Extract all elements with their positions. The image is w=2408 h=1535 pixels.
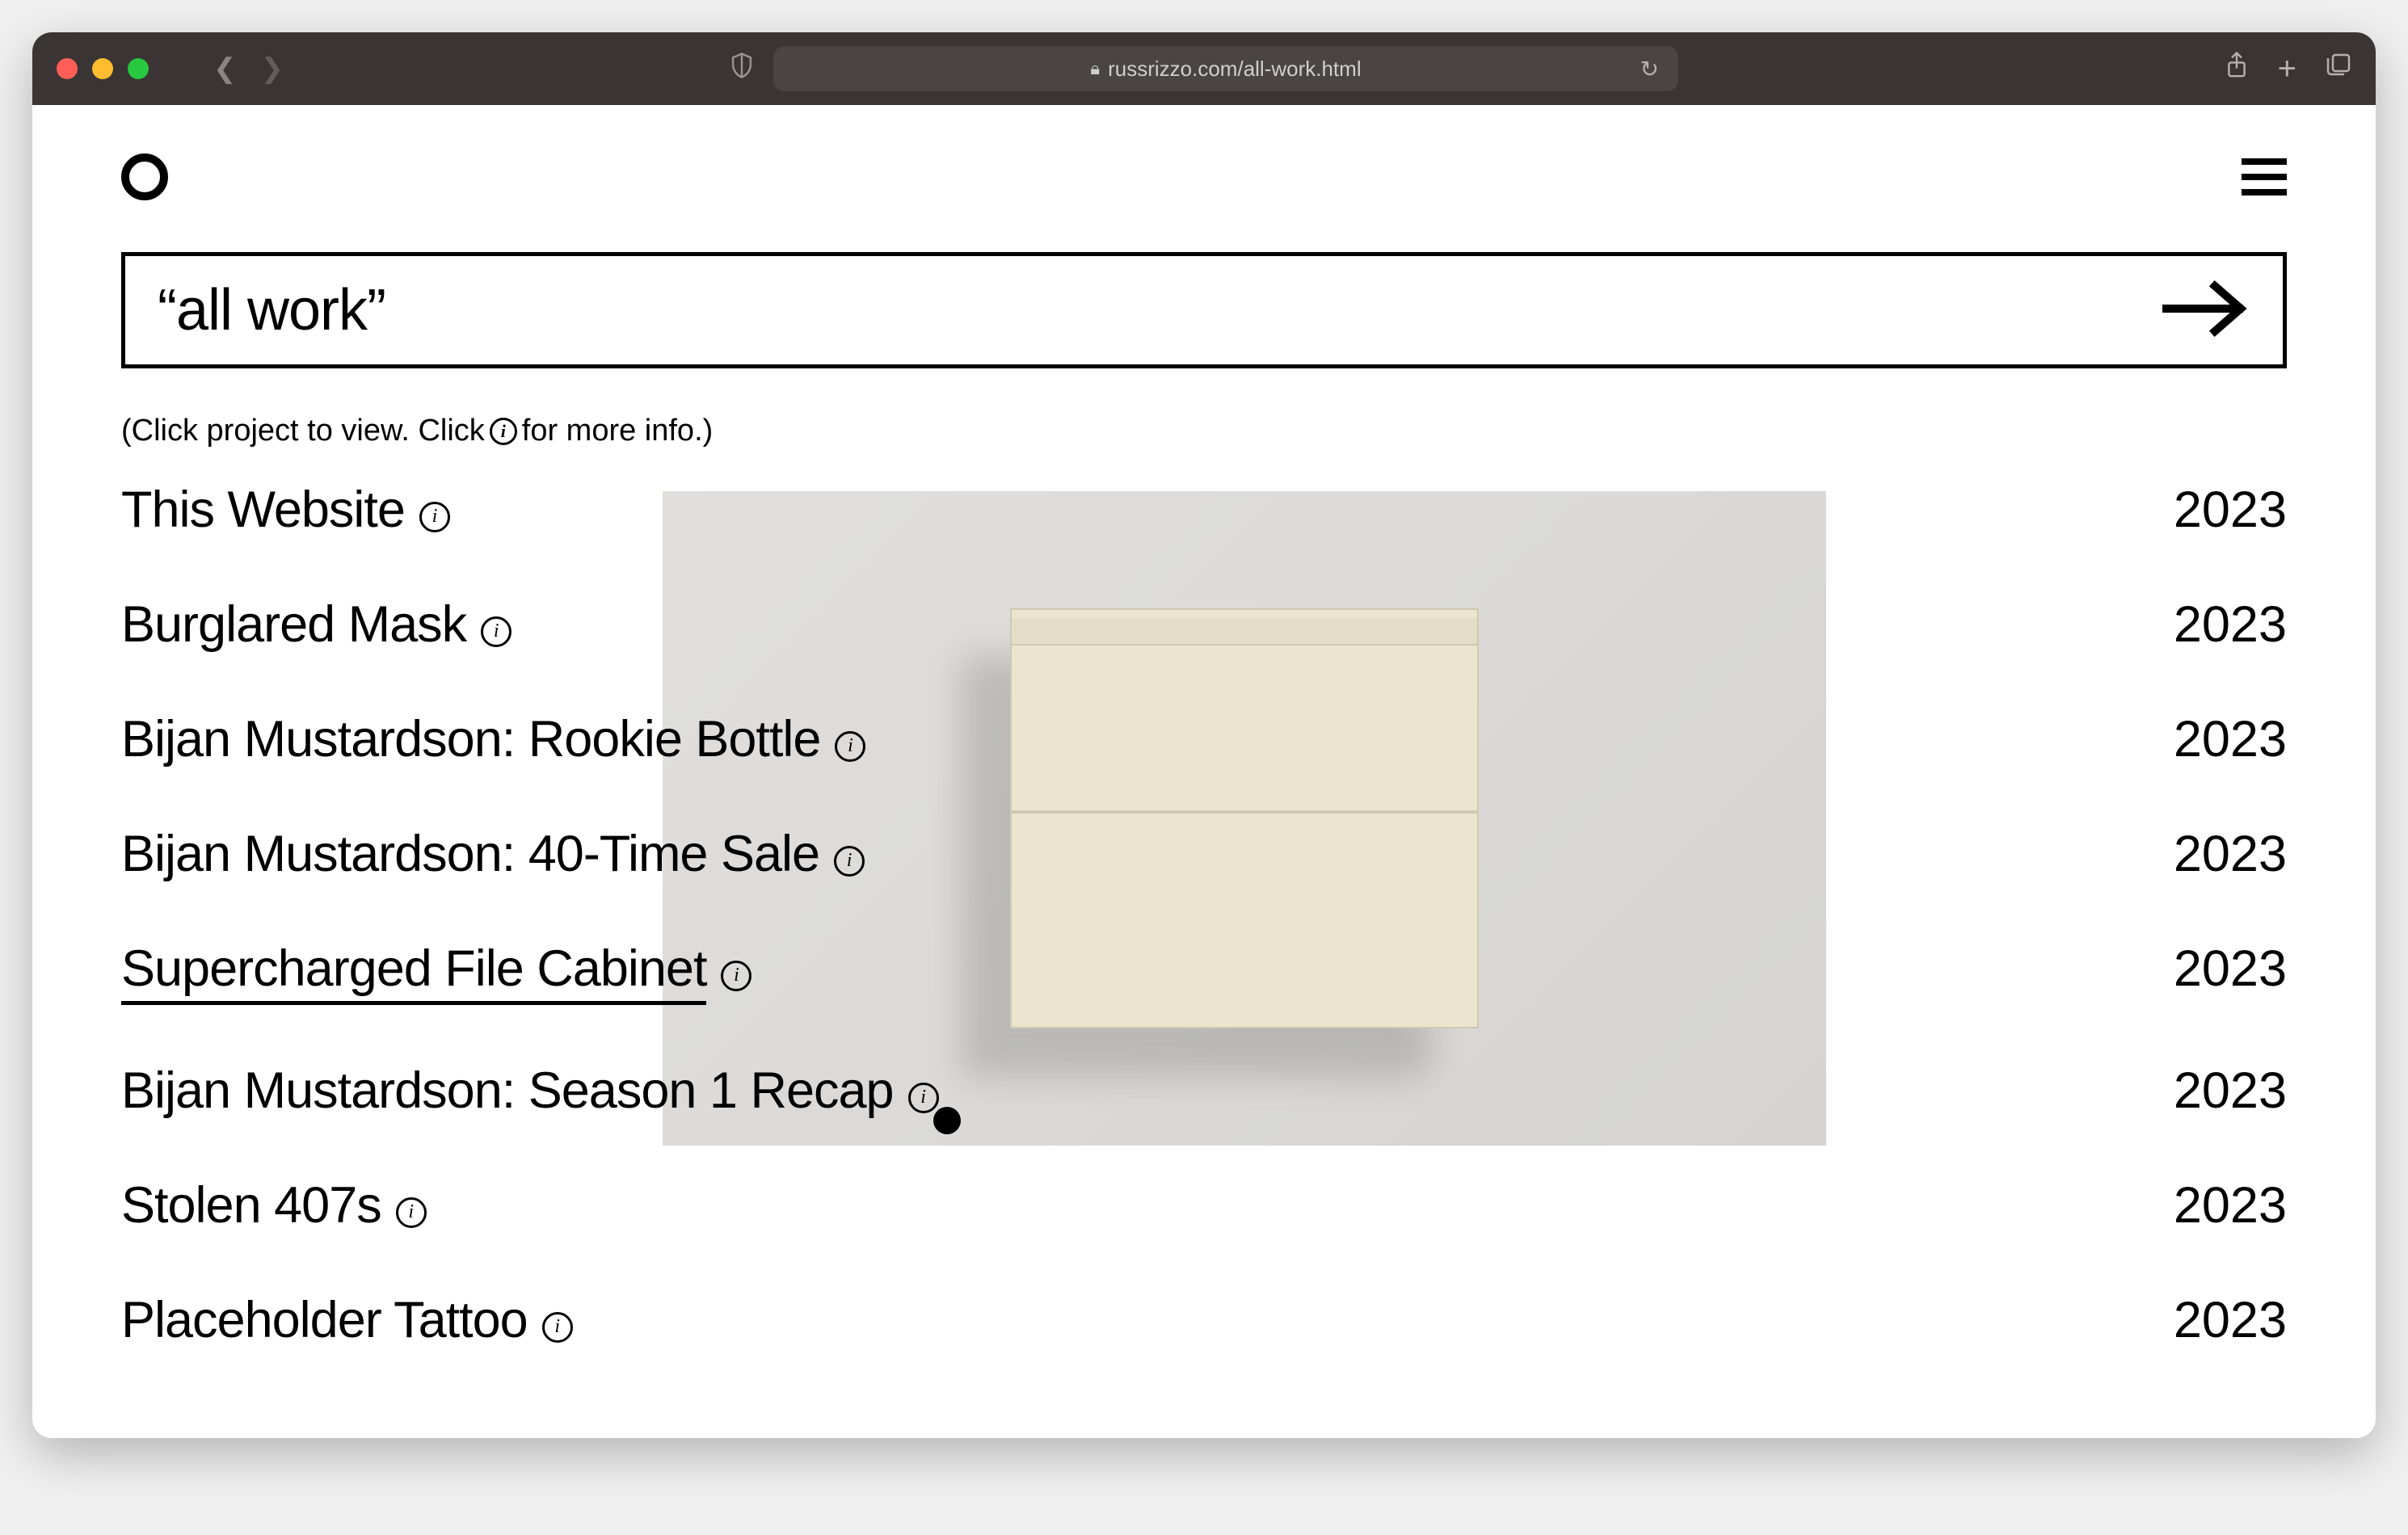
project-row: Supercharged File Cabinet i 2023 <box>121 940 2287 1005</box>
share-icon[interactable] <box>2225 51 2249 86</box>
logo-icon[interactable] <box>121 154 168 200</box>
project-title[interactable]: Supercharged File Cabinet <box>121 940 706 1005</box>
forward-button[interactable]: ❯ <box>261 53 284 85</box>
back-button[interactable]: ❮ <box>213 53 237 85</box>
refresh-button[interactable]: ↻ <box>1640 56 1659 82</box>
project-left: Bijan Mustardson: Rookie Bottle i <box>121 710 865 768</box>
project-title[interactable]: Bijan Mustardson: Season 1 Recap <box>121 1062 894 1120</box>
project-year: 2023 <box>2174 1176 2287 1234</box>
project-row: Bijan Mustardson: Rookie Bottle i 2023 <box>121 710 2287 768</box>
project-year: 2023 <box>2174 1062 2287 1120</box>
helper-suffix: for more info.) <box>522 414 714 448</box>
project-row: This Website i 2023 <box>121 481 2287 539</box>
project-title[interactable]: Stolen 407s <box>121 1176 381 1234</box>
privacy-shield-icon[interactable] <box>730 52 754 86</box>
browser-window: ❮ ❯ 🔒︎ russrizzo.com/all-work.html ↻ <box>32 32 2376 1438</box>
project-title[interactable]: Burglared Mask <box>121 595 466 654</box>
new-tab-icon[interactable]: + <box>2278 51 2296 87</box>
site-header <box>121 154 2287 200</box>
address-bar[interactable]: 🔒︎ russrizzo.com/all-work.html ↻ <box>773 46 1678 91</box>
project-title[interactable]: Placeholder Tattoo <box>121 1291 528 1349</box>
info-button[interactable]: i <box>542 1312 573 1343</box>
project-year: 2023 <box>2174 1291 2287 1349</box>
nav-arrows: ❮ ❯ <box>213 53 284 85</box>
helper-prefix: (Click project to view. Click <box>121 414 485 448</box>
info-button[interactable]: i <box>481 616 511 647</box>
project-left: Bijan Mustardson: 40-Time Sale i <box>121 825 865 883</box>
project-left: Stolen 407s i <box>121 1176 427 1234</box>
project-title[interactable]: Bijan Mustardson: 40-Time Sale <box>121 825 819 883</box>
browser-toolbar: ❮ ❯ 🔒︎ russrizzo.com/all-work.html ↻ <box>32 32 2376 105</box>
info-button[interactable]: i <box>721 961 751 991</box>
url-text: russrizzo.com/all-work.html <box>1108 57 1362 82</box>
project-list: This Websitei2023Burglared Maski2023Bija… <box>121 481 2287 1349</box>
project-year: 2023 <box>2174 481 2287 539</box>
project-row: Bijan Mustardson: Season 1 Recap i 2023 <box>121 1062 2287 1120</box>
helper-text: (Click project to view. Click i for more… <box>121 414 2287 448</box>
tab-overview-icon[interactable] <box>2326 53 2351 85</box>
minimize-window-button[interactable] <box>92 58 113 79</box>
project-title[interactable]: This Website <box>121 481 405 539</box>
project-left: Burglared Mask i <box>121 595 511 654</box>
address-area: 🔒︎ russrizzo.com/all-work.html ↻ <box>730 46 1678 91</box>
info-button[interactable]: i <box>834 846 865 877</box>
category-label: “all work” <box>158 277 385 343</box>
lock-icon: 🔒︎ <box>1090 58 1100 79</box>
project-title[interactable]: Bijan Mustardson: Rookie Bottle <box>121 710 820 768</box>
menu-button[interactable] <box>2242 158 2287 196</box>
arrow-right-icon[interactable] <box>2162 276 2250 345</box>
toolbar-right: + <box>2225 51 2351 87</box>
category-selector[interactable]: “all work” <box>121 252 2287 368</box>
project-left: This Website i <box>121 481 450 539</box>
project-row: Placeholder Tattoo i 2023 <box>121 1291 2287 1349</box>
project-row: Bijan Mustardson: 40-Time Sale i 2023 <box>121 825 2287 883</box>
project-row: Stolen 407s i 2023 <box>121 1176 2287 1234</box>
info-button[interactable]: i <box>419 502 450 532</box>
cursor-indicator <box>933 1107 961 1134</box>
info-button[interactable]: i <box>835 731 865 762</box>
project-year: 2023 <box>2174 595 2287 654</box>
maximize-window-button[interactable] <box>128 58 149 79</box>
project-row: Burglared Mask i 2023 <box>121 595 2287 654</box>
project-year: 2023 <box>2174 940 2287 998</box>
project-year: 2023 <box>2174 825 2287 883</box>
project-left: Bijan Mustardson: Season 1 Recap i <box>121 1062 939 1120</box>
project-left: Supercharged File Cabinet i <box>121 940 751 1005</box>
info-icon: i <box>490 418 517 445</box>
window-controls <box>57 58 149 79</box>
project-year: 2023 <box>2174 710 2287 768</box>
page-content: “all work” (Click project to view. Click… <box>32 105 2376 1438</box>
info-button[interactable]: i <box>908 1083 939 1113</box>
project-left: Placeholder Tattoo i <box>121 1291 573 1349</box>
close-window-button[interactable] <box>57 58 78 79</box>
info-button[interactable]: i <box>396 1197 427 1228</box>
